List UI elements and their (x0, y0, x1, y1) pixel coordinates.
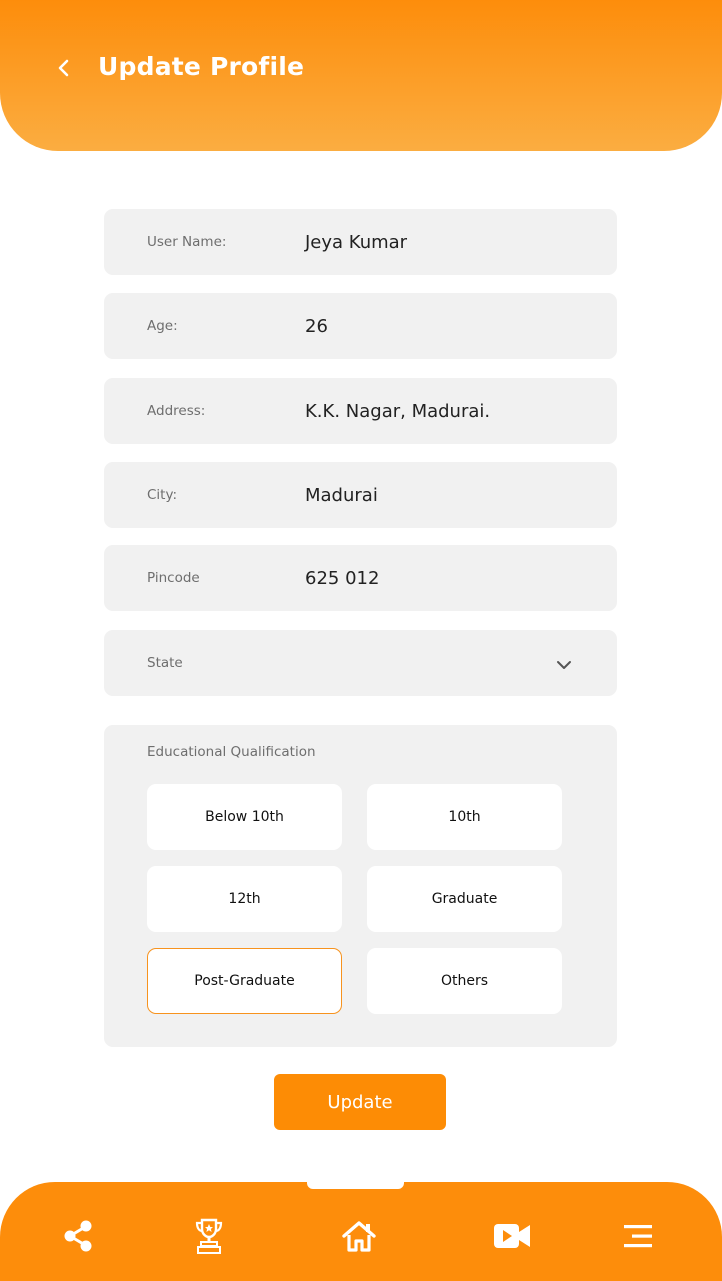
city-field[interactable]: City: Madurai (104, 462, 617, 528)
age-label: Age: (147, 318, 178, 334)
home-icon[interactable] (339, 1216, 379, 1256)
share-icon[interactable] (58, 1216, 98, 1256)
user-name-field[interactable]: User Name: Jeya Kumar (104, 209, 617, 275)
address-field[interactable]: Address: K.K. Nagar, Madurai. (104, 378, 617, 444)
nav-handle (307, 1178, 404, 1189)
option-10th[interactable]: 10th (367, 784, 562, 850)
education-label: Educational Qualification (147, 744, 316, 760)
video-icon[interactable] (492, 1216, 532, 1256)
pincode-field[interactable]: Pincode 625 012 (104, 545, 617, 611)
back-button[interactable] (52, 56, 76, 80)
option-graduate[interactable]: Graduate (367, 866, 562, 932)
education-section: Educational Qualification Below 10th 10t… (104, 725, 617, 1047)
address-value[interactable]: K.K. Nagar, Madurai. (305, 378, 490, 444)
user-name-value[interactable]: Jeya Kumar (305, 209, 407, 275)
age-field[interactable]: Age: 26 (104, 293, 617, 359)
page-title: Update Profile (98, 52, 305, 81)
option-below-10th[interactable]: Below 10th (147, 784, 342, 850)
chevron-down-icon[interactable] (555, 656, 573, 674)
option-others[interactable]: Others (367, 948, 562, 1014)
user-name-label: User Name: (147, 234, 227, 250)
age-value[interactable]: 26 (305, 293, 328, 359)
menu-icon[interactable] (617, 1216, 657, 1256)
address-label: Address: (147, 403, 206, 419)
pincode-label: Pincode (147, 570, 200, 586)
app-header: Update Profile (0, 0, 722, 151)
state-label: State (147, 655, 183, 671)
option-post-graduate[interactable]: Post-Graduate (147, 948, 342, 1014)
option-12th[interactable]: 12th (147, 866, 342, 932)
city-label: City: (147, 487, 178, 503)
pincode-value[interactable]: 625 012 (305, 545, 379, 611)
chevron-left-icon (58, 59, 69, 77)
update-button[interactable]: Update (274, 1074, 446, 1130)
trophy-icon[interactable] (189, 1216, 229, 1256)
city-value[interactable]: Madurai (305, 462, 378, 528)
state-dropdown[interactable]: State (104, 630, 617, 696)
